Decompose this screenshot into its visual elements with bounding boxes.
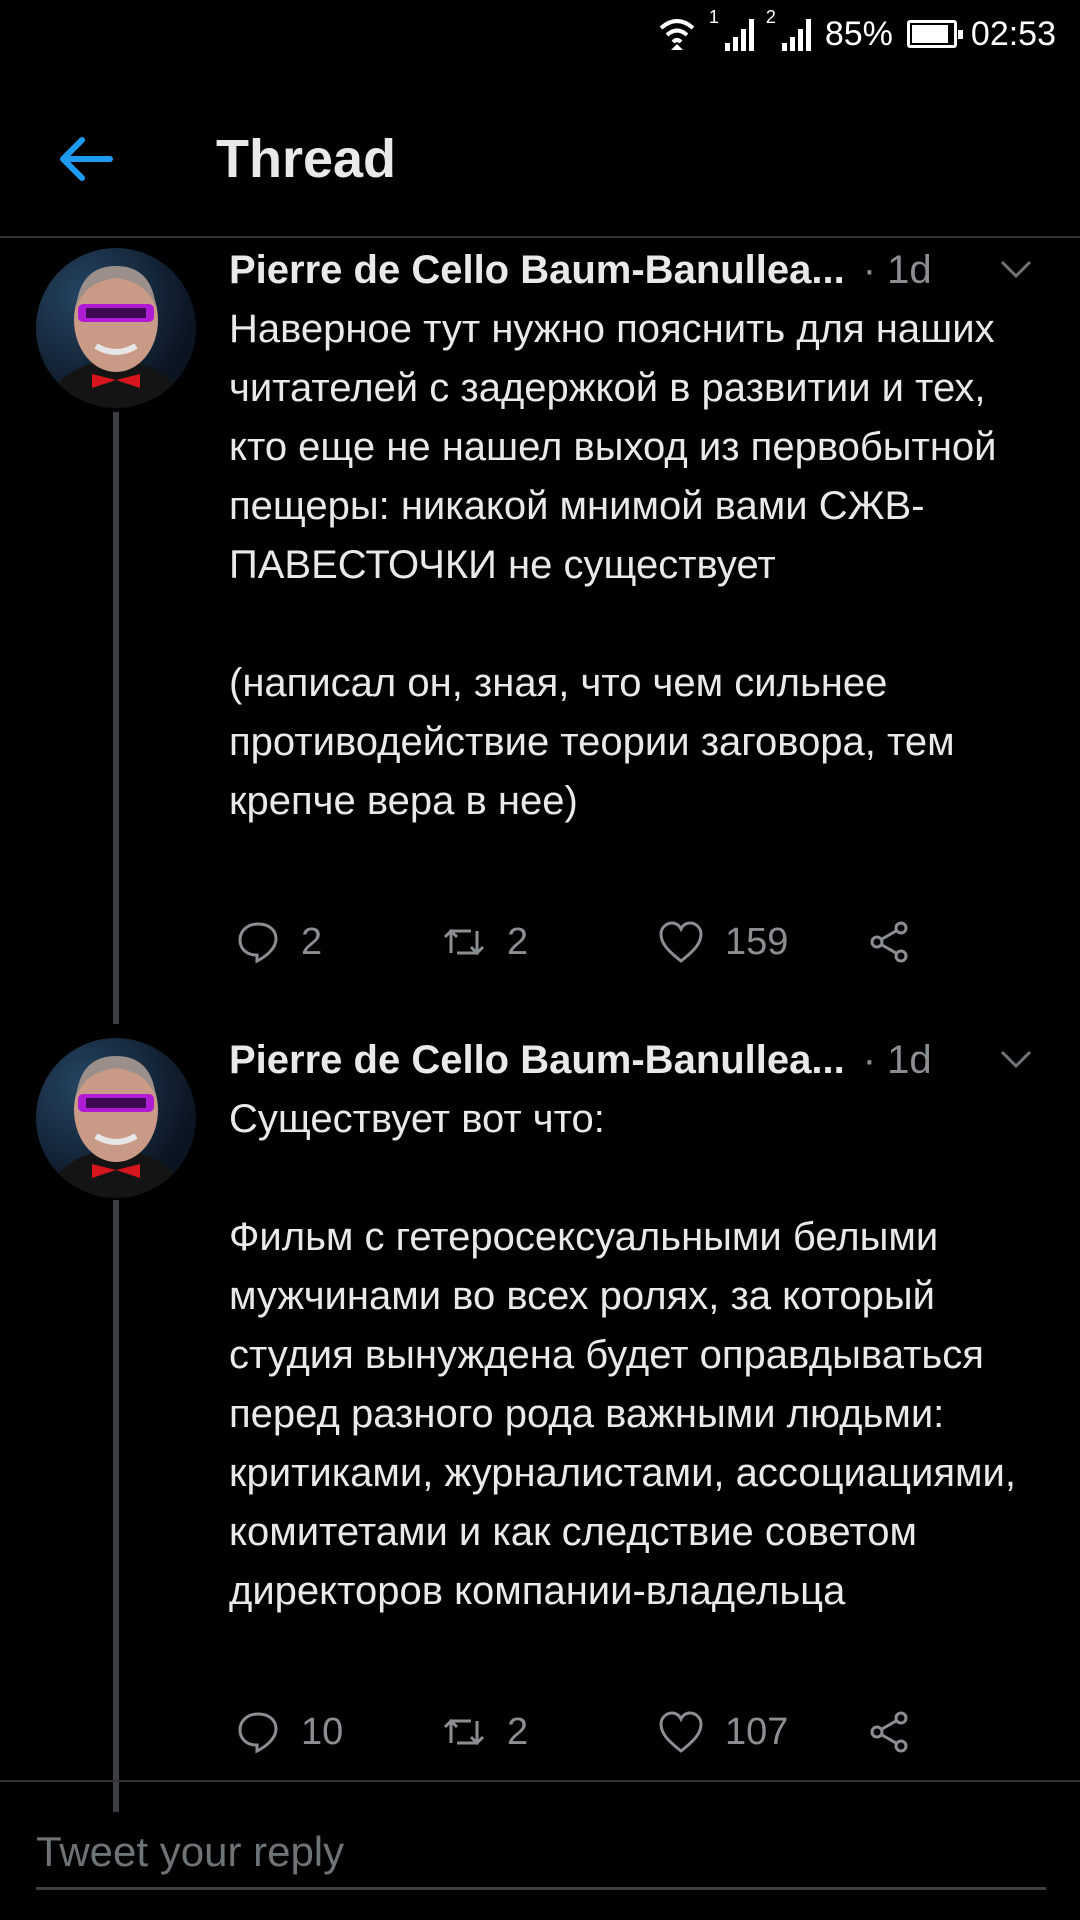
back-button[interactable] [50, 124, 120, 194]
share-icon [870, 921, 908, 963]
reply-button[interactable]: 2 [235, 919, 322, 965]
retweet-icon [443, 928, 485, 956]
thread-line [113, 412, 119, 1024]
share-button[interactable] [867, 919, 913, 965]
author-name[interactable]: Pierre de Cello Baum-Banullea... [229, 248, 845, 293]
comment-icon [238, 922, 278, 964]
tweet-actions: 10 2 107 [229, 1702, 929, 1762]
like-count: 107 [725, 1710, 789, 1753]
chevron-down-icon[interactable] [996, 1044, 1036, 1074]
timestamp[interactable]: · 1d [863, 1038, 932, 1083]
tweet-header: Pierre de Cello Baum-Banullea... · 1d [229, 1032, 1050, 1088]
retweet-count: 2 [507, 920, 529, 963]
like-button[interactable]: 107 [657, 1709, 788, 1755]
sim2-signal-icon: 2 [766, 7, 811, 51]
status-bar: 1 2 85% 02:53 [0, 0, 1080, 80]
avatar[interactable] [36, 248, 196, 408]
wifi-icon [659, 19, 695, 50]
battery-icon [906, 20, 963, 48]
tweet-1[interactable]: Pierre de Cello Baum-Banullea... · 1d На… [0, 242, 1080, 1024]
chevron-down-icon[interactable] [996, 254, 1036, 284]
heart-icon [659, 1711, 703, 1753]
retweet-count: 2 [507, 1710, 529, 1753]
author-name[interactable]: Pierre de Cello Baum-Banullea... [229, 1038, 845, 1083]
status-icons: 1 2 85% 02:53 [657, 7, 1056, 54]
clock: 02:53 [970, 14, 1056, 53]
reply-button[interactable]: 10 [235, 1709, 343, 1755]
tweet-text: Существует вот что: Фильм с гетеросексуа… [229, 1097, 1016, 1613]
retweet-button[interactable]: 2 [441, 1709, 528, 1755]
like-button[interactable]: 159 [657, 919, 788, 965]
tweet-header: Pierre de Cello Baum-Banullea... · 1d [229, 242, 1050, 298]
timestamp[interactable]: · 1d [863, 248, 932, 293]
like-count: 159 [725, 920, 789, 963]
page-title: Thread [216, 129, 397, 189]
arrow-left-icon [60, 137, 113, 181]
share-icon [870, 1711, 908, 1753]
comment-icon [238, 1712, 278, 1754]
heart-icon [659, 921, 703, 963]
tweet-text: Наверное тут нужно пояснить для наших чи… [229, 307, 997, 823]
battery-percent: 85% [824, 14, 893, 53]
sim2-label: 2 [765, 7, 776, 27]
sim1-label: 1 [708, 7, 719, 27]
sim1-signal-icon: 1 [709, 7, 754, 51]
reply-count: 10 [301, 1710, 344, 1753]
reply-input[interactable] [36, 1816, 1046, 1890]
reply-count: 2 [301, 920, 323, 963]
tweet-actions: 2 2 159 [229, 912, 929, 972]
avatar[interactable] [36, 1038, 196, 1198]
thread-line [113, 1200, 119, 1812]
retweet-icon [443, 1718, 485, 1746]
reply-bar [0, 1780, 1080, 1920]
retweet-button[interactable]: 2 [441, 919, 528, 965]
tweet-2[interactable]: Pierre de Cello Baum-Banullea... · 1d Су… [0, 1032, 1080, 1812]
share-button[interactable] [867, 1709, 913, 1755]
header: Thread [0, 100, 1080, 238]
